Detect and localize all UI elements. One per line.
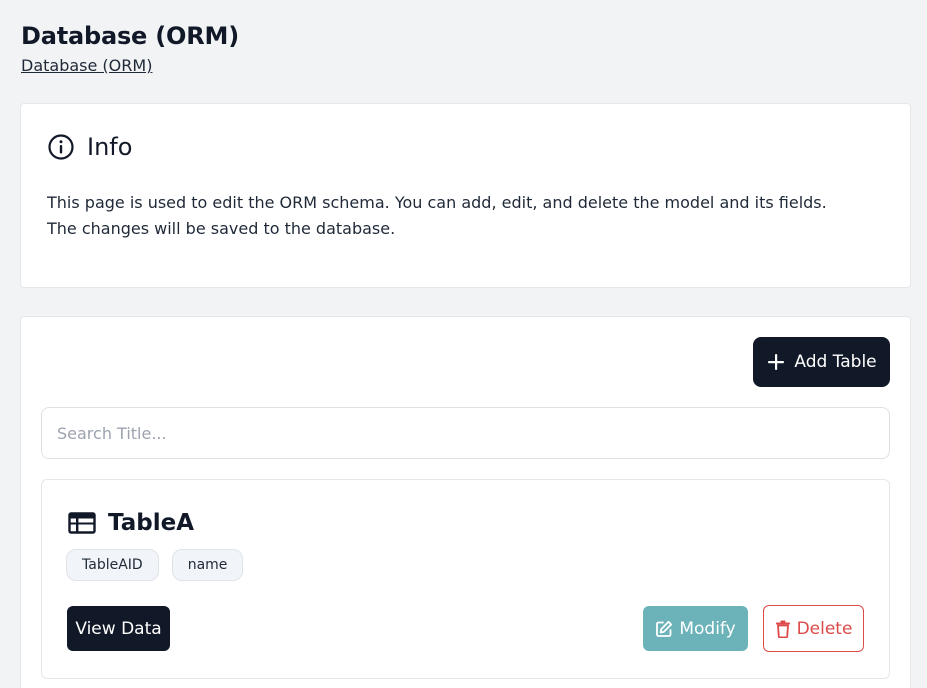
info-card: Info This page is used to edit the ORM s… xyxy=(20,103,911,288)
page: Database (ORM) Database (ORM) Info This … xyxy=(0,0,927,688)
add-table-button[interactable]: Add Table xyxy=(753,337,890,387)
page-title: Database (ORM) xyxy=(21,22,239,50)
field-chip[interactable]: name xyxy=(171,549,244,581)
view-data-button[interactable]: View Data xyxy=(67,606,170,651)
info-description: This page is used to edit the ORM schema… xyxy=(47,190,887,242)
info-circle-icon xyxy=(47,133,75,161)
info-header: Info xyxy=(47,131,132,163)
delete-button[interactable]: Delete xyxy=(763,605,864,652)
table-name: TableA xyxy=(108,510,194,536)
breadcrumb[interactable]: Database (ORM) xyxy=(21,56,152,76)
info-line-1: This page is used to edit the ORM schema… xyxy=(47,193,827,212)
modify-label: Modify xyxy=(679,618,736,639)
info-line-2: The changes will be saved to the databas… xyxy=(47,219,396,238)
delete-label: Delete xyxy=(796,618,853,639)
edit-icon xyxy=(655,620,673,638)
tables-panel: Add Table TableA TableAID name xyxy=(20,316,911,688)
add-table-label: Add Table xyxy=(794,352,877,372)
table-card: TableA TableAID name View Data Modify De… xyxy=(41,479,890,679)
info-title: Info xyxy=(87,133,133,161)
plus-icon xyxy=(766,352,786,372)
field-list: TableAID name xyxy=(66,549,244,581)
search-input[interactable] xyxy=(41,407,890,459)
field-chip[interactable]: TableAID xyxy=(66,549,159,581)
modify-button[interactable]: Modify xyxy=(643,606,748,651)
table-header: TableA xyxy=(68,508,194,538)
table-icon xyxy=(68,512,96,534)
trash-icon xyxy=(775,620,791,638)
